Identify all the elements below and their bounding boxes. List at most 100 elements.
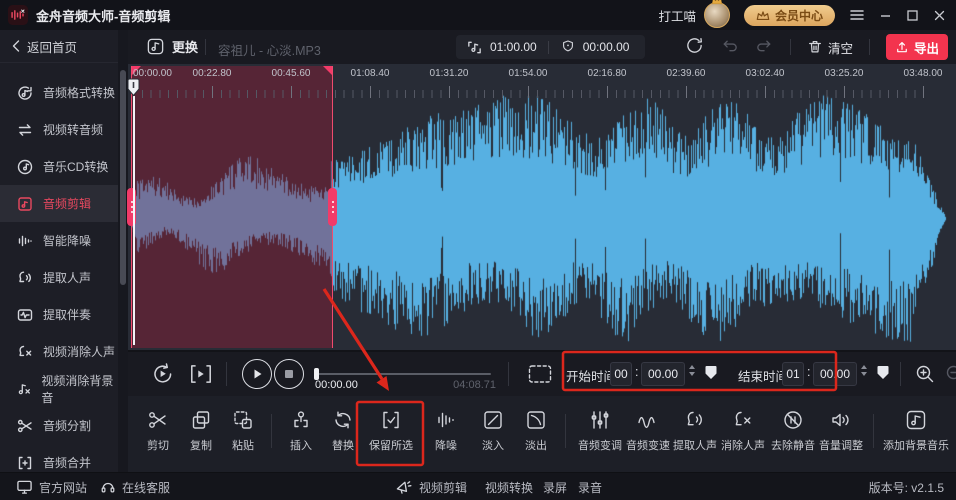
waveform-area[interactable]: 00:00.0000:22.8000:45.6001:08.4001:31.20… — [128, 64, 956, 350]
tool-add-bgm[interactable]: 添加背景音乐 — [871, 408, 956, 453]
tools-bar: 剪切 复制 粘贴 插入 替换 — [128, 396, 956, 472]
sidebar-item-label: 音乐CD转换 — [43, 158, 108, 175]
sidebar-item-extract-accompaniment[interactable]: 提取伴奏 — [0, 296, 118, 333]
online-support-link[interactable]: 在线客服 — [100, 473, 170, 500]
clear-label: 清空 — [828, 38, 853, 57]
replace-file-button[interactable]: 更换 — [146, 37, 198, 56]
marker-shield-icon — [560, 39, 576, 55]
play-icon — [251, 368, 263, 380]
username: 打工喵 — [658, 6, 696, 25]
back-home-button[interactable]: 返回首页 — [0, 30, 118, 63]
selection-handle-right[interactable] — [328, 188, 337, 226]
sidebar-item-audio-edit[interactable]: 音频剪辑 — [0, 185, 118, 222]
playhead-line[interactable] — [133, 96, 135, 345]
export-button[interactable]: 导出 — [886, 34, 948, 60]
add-bgm-icon — [904, 408, 928, 432]
sidebar-item-label: 音频剪辑 — [43, 195, 91, 212]
sidebar-item-smart-denoise[interactable]: 智能降噪 — [0, 222, 118, 259]
end-minutes-field[interactable]: 01 — [782, 362, 804, 386]
redo-button[interactable] — [755, 36, 774, 58]
bracket-play-icon — [188, 361, 214, 387]
back-home-label: 返回首页 — [27, 37, 77, 56]
extract-vocals-icon — [16, 269, 34, 287]
statusbar-link-screen-record[interactable]: 录屏 — [543, 473, 567, 500]
ruler-tick-label: 02:16.80 — [588, 68, 627, 79]
tool-volume-adjust[interactable]: 音量调整 — [801, 408, 881, 453]
chevron-left-icon — [12, 40, 20, 52]
selection-duration-icon — [466, 39, 483, 56]
sidebar-item-label: 音频分割 — [43, 417, 91, 434]
maximize-icon — [906, 9, 919, 22]
maximize-button[interactable] — [906, 9, 919, 22]
paste-icon — [231, 408, 255, 432]
sidebar-item-audio-format-convert[interactable]: 音频格式转换 — [0, 74, 118, 111]
audio-merge-icon — [16, 454, 34, 472]
close-icon — [933, 9, 946, 22]
sidebar-item-audio-split[interactable]: 音频分割 — [0, 407, 118, 444]
sidebar: 返回首页 音频格式转换 视频转音频 音乐CD转换 — [0, 30, 118, 472]
end-marker-pin-icon[interactable] — [876, 365, 890, 381]
video-remove-vocals-icon — [16, 343, 34, 361]
sidebar-item-video-remove-bgm[interactable]: 视频消除背景音 — [0, 370, 118, 407]
ruler-tick-label: 03:02.40 — [746, 68, 785, 79]
start-marker-pin-icon[interactable] — [704, 365, 718, 381]
statusbar-link-audio-record[interactable]: 录音 — [578, 473, 602, 500]
minimize-button[interactable] — [879, 9, 892, 22]
ruler-tick-mark — [449, 86, 450, 98]
play-selection-button[interactable] — [188, 361, 214, 390]
ruler-tick-label: 01:08.40 — [351, 68, 390, 79]
statusbar-link-video-edit[interactable]: 视频剪辑 — [395, 473, 467, 500]
start-time-stepper[interactable] — [689, 365, 695, 376]
sidebar-item-video-remove-vocals[interactable]: 视频消除人声 — [0, 333, 118, 370]
end-time-stepper[interactable] — [861, 365, 867, 376]
reset-button[interactable] — [685, 36, 704, 58]
ruler-tick-mark — [291, 86, 292, 98]
official-website-link[interactable]: 官方网站 — [16, 473, 87, 500]
sidebar-item-music-cd-convert[interactable]: 音乐CD转换 — [0, 148, 118, 185]
close-button[interactable] — [933, 9, 946, 22]
export-label: 导出 — [914, 38, 939, 57]
stop-button[interactable] — [274, 359, 304, 389]
selection-tool-button[interactable] — [528, 364, 552, 387]
start-time-label: 开始时间 — [566, 366, 616, 385]
avatar[interactable] — [704, 2, 730, 28]
sidebar-item-label: 智能降噪 — [43, 232, 91, 249]
hamburger-icon — [849, 8, 865, 22]
playhead-flag-icon[interactable] — [127, 78, 140, 97]
redo-icon — [755, 36, 774, 55]
undo-icon — [720, 36, 739, 55]
music-note-box-icon — [146, 37, 165, 56]
seek-slider[interactable] — [315, 373, 491, 375]
crown-icon — [711, 0, 723, 5]
ruler-tick-label: 03:48.00 — [904, 68, 943, 79]
start-minutes-field[interactable]: 00 — [610, 362, 632, 386]
start-seconds-field[interactable]: 00.00 — [641, 362, 685, 386]
zoom-out-button[interactable] — [944, 363, 956, 388]
sidebar-item-label: 视频转音频 — [43, 121, 103, 138]
extract-accompaniment-icon — [16, 306, 34, 324]
selection-region[interactable] — [131, 66, 333, 348]
ruler-tick-label: 01:54.00 — [509, 68, 548, 79]
ruler-tick-mark — [686, 86, 687, 98]
clear-button[interactable]: 清空 — [807, 38, 853, 57]
ruler-tick-label: 00:22.80 — [193, 68, 232, 79]
scrollbar-thumb[interactable] — [120, 70, 126, 285]
sidebar-item-video-to-audio[interactable]: 视频转音频 — [0, 111, 118, 148]
ruler-tick-mark — [844, 86, 845, 98]
end-seconds-field[interactable]: 00.00 — [813, 362, 857, 386]
zoom-in-button[interactable] — [914, 363, 936, 388]
current-filename: 容祖儿 - 心淡.MP3 — [218, 40, 321, 59]
statusbar-link-video-convert[interactable]: 视频转换 — [485, 473, 533, 500]
ruler-tick-mark — [607, 86, 608, 98]
member-center-label: 会员中心 — [775, 7, 823, 24]
sidebar-item-extract-vocals[interactable]: 提取人声 — [0, 259, 118, 296]
sidebar-item-label: 视频消除背景音 — [41, 372, 118, 406]
ruler-tick-label: 02:39.60 — [667, 68, 706, 79]
loop-play-button[interactable] — [150, 361, 176, 390]
member-center-button[interactable]: 会员中心 — [744, 5, 835, 26]
undo-button[interactable] — [720, 36, 739, 58]
ruler-tick-mark — [212, 86, 213, 98]
menu-button[interactable] — [849, 8, 865, 22]
play-button[interactable] — [242, 359, 272, 389]
timeline-ruler[interactable]: 00:00.0000:22.8000:45.6001:08.4001:31.20… — [128, 64, 956, 100]
